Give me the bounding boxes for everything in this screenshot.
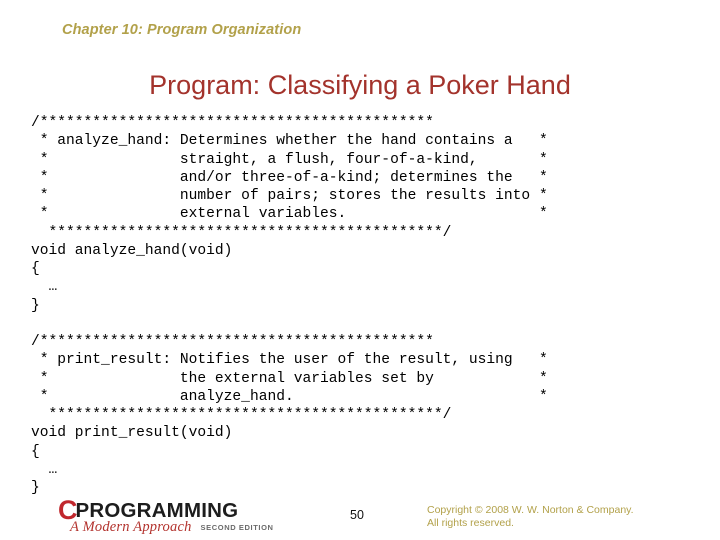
- slide-footer: CPROGRAMMING A Modern Approach SECOND EDI…: [0, 496, 720, 540]
- logo-edition-label: SECOND EDITION: [200, 523, 274, 532]
- c-programming-logo: CPROGRAMMING A Modern Approach SECOND EDI…: [58, 497, 288, 537]
- copyright-notice: Copyright © 2008 W. W. Norton & Company.…: [427, 504, 634, 529]
- logo-tagline: A Modern Approach: [70, 519, 192, 535]
- code-block-spacer: [31, 315, 711, 333]
- chapter-subtitle: Chapter 10: Program Organization: [62, 22, 302, 38]
- code-block-print-result: /***************************************…: [31, 334, 548, 496]
- code-block-analyze-hand: /***************************************…: [31, 115, 548, 314]
- logo-subtitle-row: A Modern Approach SECOND EDITION: [70, 519, 274, 535]
- page-title: Program: Classifying a Poker Hand: [149, 70, 571, 100]
- page-number: 50: [350, 508, 364, 522]
- code-area: /***************************************…: [31, 114, 711, 497]
